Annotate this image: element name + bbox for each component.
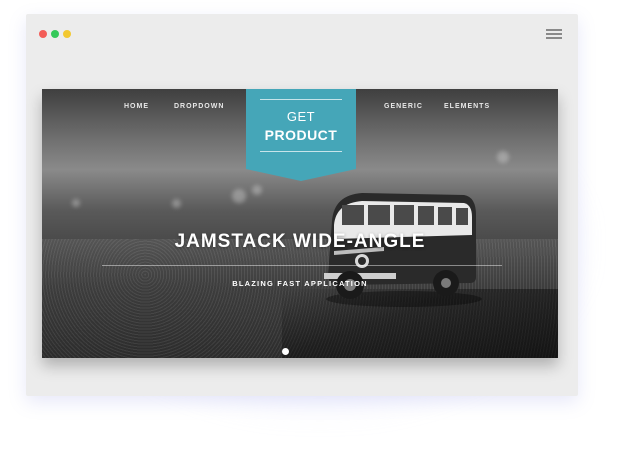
get-product-button[interactable]: GET PRODUCT — [246, 89, 356, 181]
hero-banner: HOME DROPDOWN GENERIC ELEMENTS GET PRODU… — [42, 89, 558, 358]
maximize-window-dot[interactable] — [51, 30, 59, 38]
nav-item-elements[interactable]: ELEMENTS — [444, 103, 490, 110]
bokeh-light — [72, 199, 80, 207]
hero-divider — [102, 265, 502, 266]
nav-item-home[interactable]: HOME — [124, 103, 149, 110]
hero-subtitle: BLAZING FAST APPLICATION — [232, 279, 368, 288]
bokeh-light — [252, 185, 262, 195]
bokeh-light — [172, 199, 181, 208]
cta-bottom-line — [260, 151, 342, 152]
hero-title: JAMSTACK WIDE-ANGLE — [174, 231, 426, 252]
nav-item-dropdown[interactable]: DROPDOWN — [174, 103, 224, 110]
browser-window: HOME DROPDOWN GENERIC ELEMENTS GET PRODU… — [26, 14, 578, 396]
bokeh-light — [232, 189, 246, 203]
close-window-dot[interactable] — [39, 30, 47, 38]
slider-dot[interactable] — [282, 348, 289, 355]
minimize-window-dot[interactable] — [63, 30, 71, 38]
cta-top-line — [260, 99, 342, 100]
bokeh-light — [497, 151, 509, 163]
cta-product-label: PRODUCT — [264, 127, 338, 143]
nav-item-generic[interactable]: GENERIC — [384, 103, 423, 110]
cta-get-label: GET — [286, 109, 316, 124]
hamburger-menu-icon[interactable] — [546, 29, 562, 39]
